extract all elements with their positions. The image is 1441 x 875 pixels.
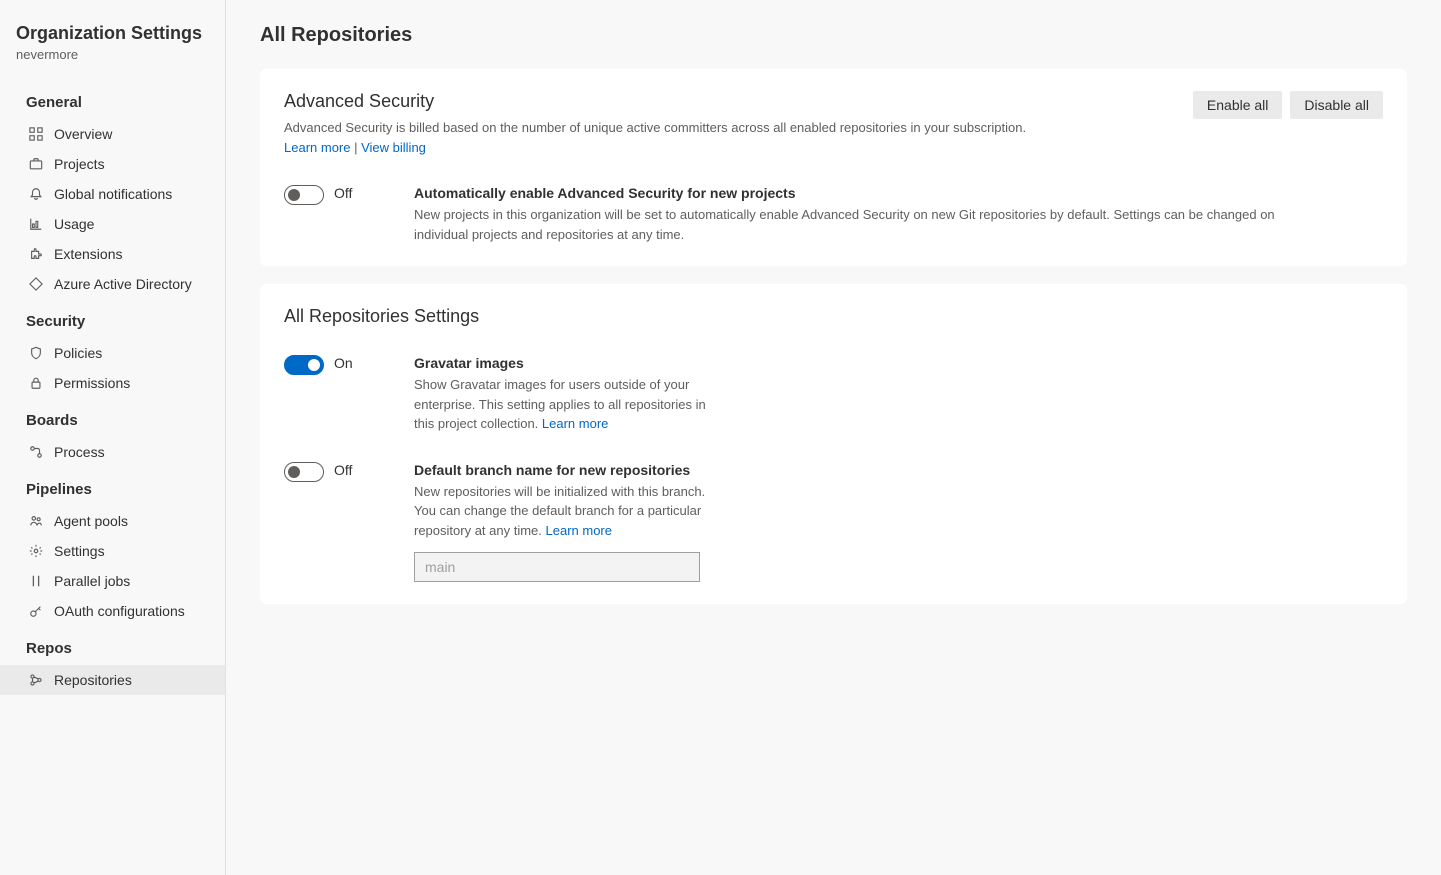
disable-all-button[interactable]: Disable all [1290, 91, 1383, 119]
main-content: All Repositories Advanced Security Advan… [226, 0, 1441, 875]
nav-group-pipelines: Pipelines [0, 467, 225, 506]
nav-group-boards: Boards [0, 398, 225, 437]
lock-icon [28, 375, 44, 391]
default-branch-input[interactable] [414, 552, 700, 582]
nav-item-aad[interactable]: Azure Active Directory [0, 269, 225, 299]
nav-group-repos: Repos [0, 626, 225, 665]
nav-label: Projects [54, 156, 105, 172]
nav-label: Policies [54, 345, 102, 361]
gear-icon [28, 543, 44, 559]
nav-label: Parallel jobs [54, 573, 130, 589]
nav-item-oauth[interactable]: OAuth configurations [0, 596, 225, 626]
parallel-icon [28, 573, 44, 589]
nav-item-agent-pools[interactable]: Agent pools [0, 506, 225, 536]
nav-item-global-notifications[interactable]: Global notifications [0, 179, 225, 209]
nav-item-projects[interactable]: Projects [0, 149, 225, 179]
nav-item-process[interactable]: Process [0, 437, 225, 467]
org-name: nevermore [16, 47, 209, 62]
advanced-security-description: Advanced Security is billed based on the… [284, 118, 1026, 157]
enable-all-button[interactable]: Enable all [1193, 91, 1283, 119]
repo-icon [28, 672, 44, 688]
nav-label: OAuth configurations [54, 603, 185, 619]
nav-item-usage[interactable]: Usage [0, 209, 225, 239]
advanced-security-card: Advanced Security Advanced Security is b… [260, 69, 1407, 266]
nav-item-settings[interactable]: Settings [0, 536, 225, 566]
view-billing-link[interactable]: View billing [361, 140, 426, 155]
nav-group-general: General [0, 80, 225, 119]
nav-label: Repositories [54, 672, 132, 688]
gravatar-state: On [334, 355, 353, 371]
grid-icon [28, 126, 44, 142]
auto-enable-toggle[interactable] [284, 185, 324, 205]
puzzle-icon [28, 246, 44, 262]
gravatar-toggle[interactable] [284, 355, 324, 375]
nav-item-permissions[interactable]: Permissions [0, 368, 225, 398]
repo-settings-title: All Repositories Settings [284, 306, 1383, 327]
auto-enable-state: Off [334, 185, 352, 201]
repo-settings-card: All Repositories Settings On Gravatar im… [260, 284, 1407, 604]
shield-icon [28, 345, 44, 361]
org-settings-title: Organization Settings [16, 22, 209, 45]
nav-label: Global notifications [54, 186, 172, 202]
nav-item-extensions[interactable]: Extensions [0, 239, 225, 269]
advanced-security-title: Advanced Security [284, 91, 1026, 112]
default-branch-state: Off [334, 462, 352, 478]
nav-label: Overview [54, 126, 112, 142]
auto-enable-description: New projects in this organization will b… [414, 205, 1314, 244]
nav-label: Azure Active Directory [54, 276, 192, 292]
default-branch-description: New repositories will be initialized wit… [414, 482, 724, 541]
nav-group-security: Security [0, 299, 225, 338]
people-icon [28, 513, 44, 529]
gravatar-description: Show Gravatar images for users outside o… [414, 375, 724, 434]
chart-icon [28, 216, 44, 232]
nav-label: Usage [54, 216, 94, 232]
default-branch-learn-more-link[interactable]: Learn more [546, 523, 612, 538]
bell-icon [28, 186, 44, 202]
key-icon [28, 603, 44, 619]
flow-icon [28, 444, 44, 460]
default-branch-toggle[interactable] [284, 462, 324, 482]
page-title: All Repositories [260, 24, 1407, 47]
nav-label: Process [54, 444, 105, 460]
gravatar-learn-more-link[interactable]: Learn more [542, 416, 608, 431]
nav-label: Agent pools [54, 513, 128, 529]
nav-item-parallel-jobs[interactable]: Parallel jobs [0, 566, 225, 596]
gravatar-title: Gravatar images [414, 355, 724, 371]
auto-enable-title: Automatically enable Advanced Security f… [414, 185, 1314, 201]
briefcase-icon [28, 156, 44, 172]
nav-label: Permissions [54, 375, 130, 391]
sidebar-header: Organization Settings nevermore [0, 22, 225, 80]
default-branch-title: Default branch name for new repositories [414, 462, 724, 478]
diamond-icon [28, 276, 44, 292]
sidebar: Organization Settings nevermore General … [0, 0, 226, 875]
nav-label: Extensions [54, 246, 122, 262]
learn-more-link[interactable]: Learn more [284, 140, 350, 155]
nav-label: Settings [54, 543, 105, 559]
nav-item-repositories[interactable]: Repositories [0, 665, 225, 695]
nav-item-overview[interactable]: Overview [0, 119, 225, 149]
nav-item-policies[interactable]: Policies [0, 338, 225, 368]
